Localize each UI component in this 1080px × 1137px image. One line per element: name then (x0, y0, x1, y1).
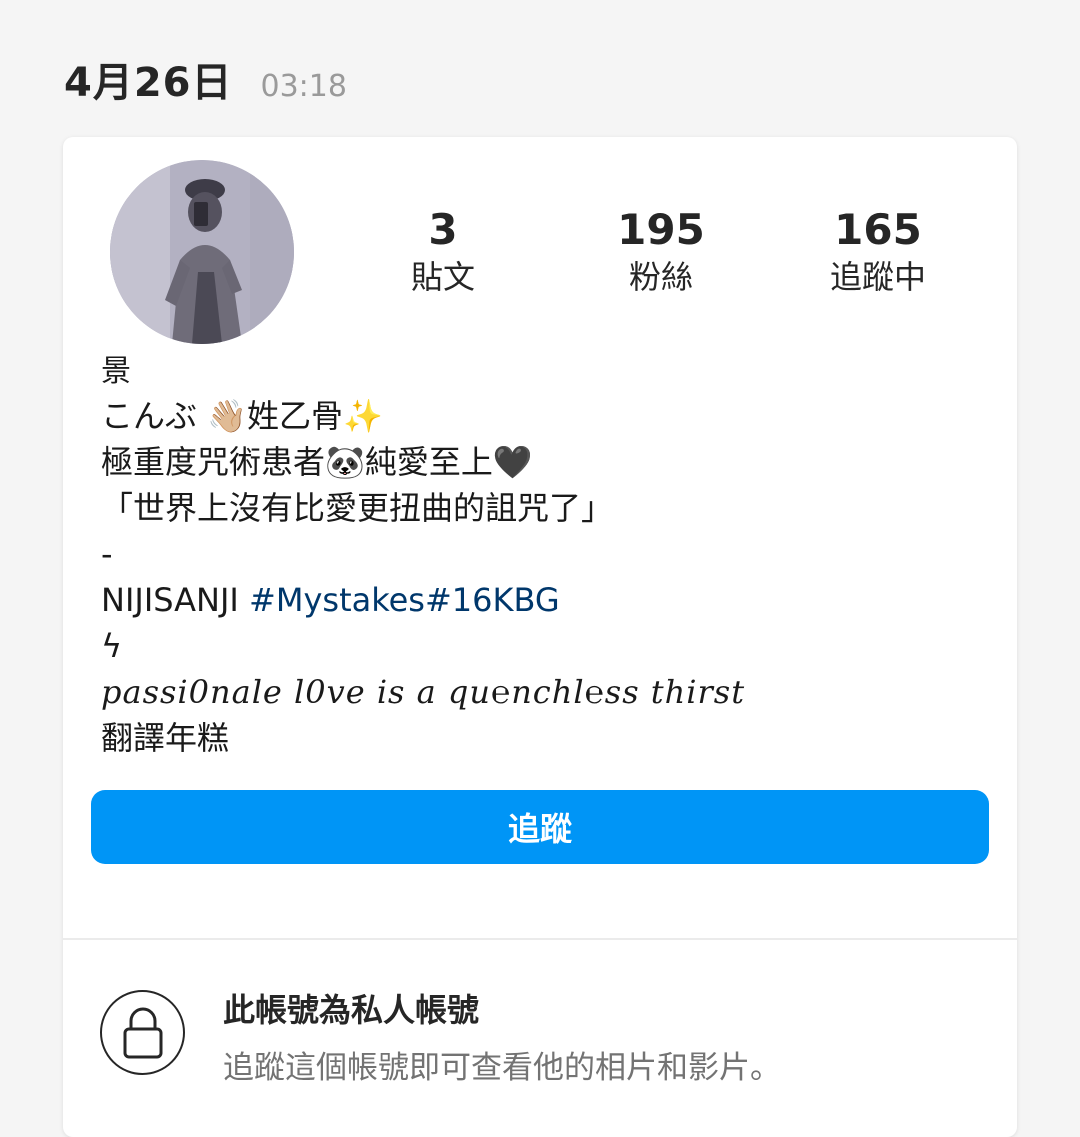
following-label: 追蹤中 (829, 258, 926, 296)
bio-line-3: 「世界上沒有比愛更扭曲的詛咒了」 (101, 489, 614, 527)
lock-icon (100, 990, 185, 1075)
profile-photo (110, 160, 294, 344)
profile-card: 3 貼文 195 粉絲 165 追蹤中 景 こんぶ 👋🏼姓乙骨✨ 極重度咒術患者… (63, 137, 1017, 1137)
avatar[interactable] (110, 160, 294, 344)
bio-line-6: ϟ (101, 627, 123, 665)
posts-label: 貼文 (410, 258, 475, 296)
profile-name: 景 (101, 354, 131, 389)
private-account-title: 此帳號為私人帳號 (223, 991, 480, 1029)
bio: 景 こんぶ 👋🏼姓乙骨✨ 極重度咒術患者🐼純愛至上🖤 「世界上沒有比愛更扭曲的詛… (101, 351, 981, 761)
following-count: 165 (834, 205, 922, 254)
posts-stat[interactable]: 3 貼文 (343, 205, 543, 299)
time-label: 03:18 (260, 69, 347, 104)
divider (63, 938, 1017, 940)
followers-label: 粉絲 (628, 258, 693, 296)
followers-stat[interactable]: 195 粉絲 (561, 205, 761, 299)
following-stat[interactable]: 165 追蹤中 (778, 205, 978, 299)
bio-line-5: NIJISANJI #Mystakes#16KBG (101, 577, 981, 623)
header: 4月26日 03:18 (64, 50, 347, 108)
followers-count: 195 (617, 205, 705, 254)
private-account-description: 追蹤這個帳號即可查看他的相片和影片。 (223, 1050, 781, 1086)
bio-line-7: passi0nale l0ve is a qu℮nchl℮ss thirst (101, 673, 746, 711)
hashtag-link[interactable]: #Mystakes#16KBG (249, 581, 560, 619)
translate-link[interactable]: 翻譯年糕 (101, 715, 981, 761)
posts-count: 3 (428, 205, 458, 254)
bio-line-2: 極重度咒術患者🐼純愛至上🖤 (101, 443, 533, 481)
bio-line-1: こんぶ 👋🏼姓乙骨✨ (101, 397, 383, 435)
date-label: 4月26日 (64, 60, 233, 106)
bio-line-4: - (101, 535, 113, 573)
bio-text: NIJISANJI (101, 581, 250, 619)
follow-button[interactable]: 追蹤 (91, 790, 989, 864)
